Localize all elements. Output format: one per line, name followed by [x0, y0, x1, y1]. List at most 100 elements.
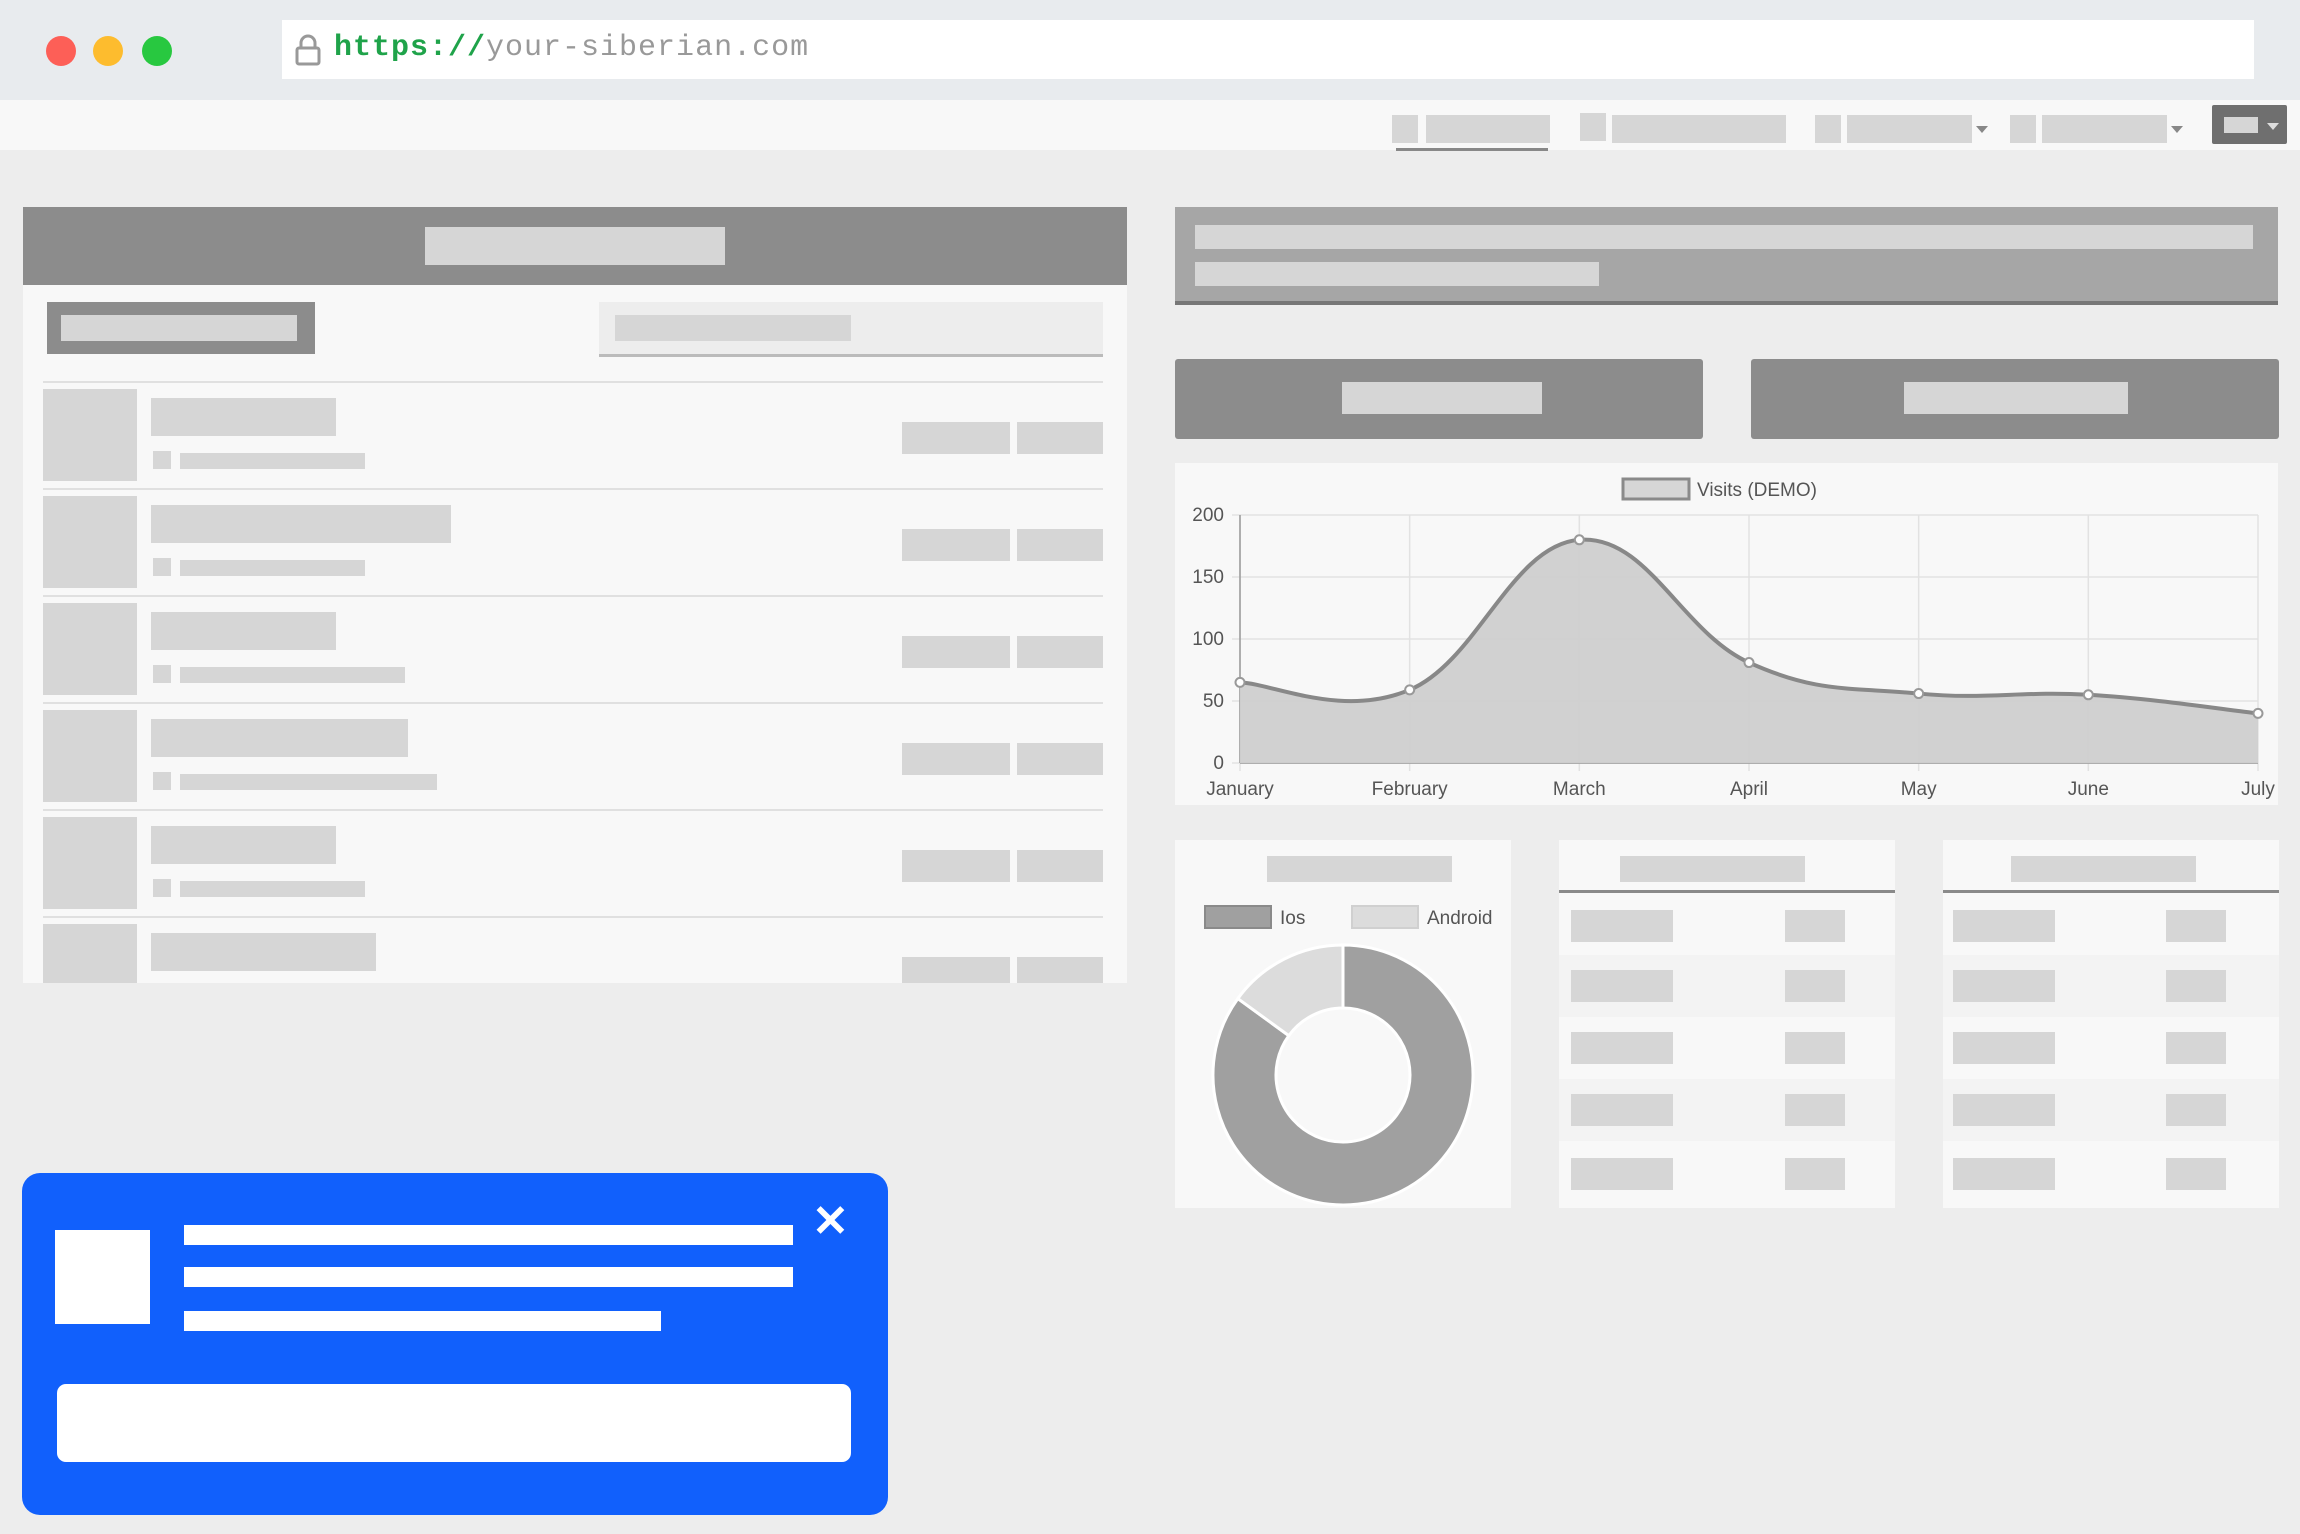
table-cell	[2166, 1158, 2226, 1190]
data-point	[1913, 688, 1925, 700]
table-cell	[2166, 1032, 2226, 1064]
notification-text-line-2	[184, 1267, 793, 1287]
panel-title	[425, 227, 725, 265]
table-cell	[2166, 1094, 2226, 1126]
legend-swatch-android	[1351, 905, 1419, 929]
nav-item-4-dropdown[interactable]	[2010, 113, 2185, 145]
close-icon[interactable]: ✕	[812, 1200, 849, 1244]
list-item-edit-button[interactable]	[902, 957, 1010, 983]
table-row	[1943, 1079, 2279, 1141]
list-item[interactable]	[43, 490, 1103, 594]
nav-item-1[interactable]	[1392, 113, 1552, 153]
action-button-1[interactable]	[1175, 359, 1703, 439]
stats-table-1-title	[1620, 856, 1805, 882]
list-item-edit-button[interactable]	[902, 422, 1010, 454]
table-row	[1559, 955, 1895, 1017]
table-cell	[1785, 1158, 1845, 1190]
maximize-window-button[interactable]	[142, 36, 172, 66]
list-item[interactable]	[43, 918, 1103, 983]
action-button-1-label	[1342, 382, 1542, 414]
url-text[interactable]: https://your-siberian.com	[334, 31, 809, 65]
legend-label-ios: Ios	[1280, 908, 1305, 929]
nav-item-1-icon	[1392, 115, 1418, 143]
close-window-button[interactable]	[46, 36, 76, 66]
y-tick-label: 50	[1203, 691, 1224, 712]
list-item-delete-button[interactable]	[1017, 850, 1103, 882]
table-cell	[1785, 910, 1845, 942]
legend-label-visits: Visits (DEMO)	[1697, 480, 1817, 501]
filter-button[interactable]	[47, 302, 315, 354]
table-row	[1559, 1079, 1895, 1141]
search-input-placeholder	[615, 315, 851, 341]
data-point	[2082, 689, 2094, 701]
user-menu-button[interactable]	[2212, 105, 2287, 144]
list-item-delete-button[interactable]	[1017, 529, 1103, 561]
stats-table-1	[1559, 840, 1895, 1208]
table-row	[1943, 1141, 2279, 1203]
notification-image	[55, 1230, 150, 1324]
list-item-delete-button[interactable]	[1017, 957, 1103, 983]
list-item-edit-button[interactable]	[902, 529, 1010, 561]
list-item-subtitle	[180, 881, 365, 897]
x-tick-label: June	[2068, 779, 2109, 800]
list-item-icon	[153, 879, 171, 897]
table-row	[1943, 893, 2279, 955]
list-item-delete-button[interactable]	[1017, 743, 1103, 775]
x-tick-label: July	[2241, 779, 2275, 800]
legend-label-android: Android	[1427, 908, 1493, 929]
action-button-2[interactable]	[1751, 359, 2279, 439]
x-tick-label: April	[1730, 779, 1768, 800]
list-item[interactable]	[43, 704, 1103, 808]
list-item-edit-button[interactable]	[902, 850, 1010, 882]
list-item-thumbnail	[43, 603, 137, 695]
nav-active-underline	[1396, 148, 1548, 151]
minimize-window-button[interactable]	[93, 36, 123, 66]
x-tick-label: February	[1372, 779, 1449, 800]
y-tick-label: 0	[1213, 753, 1224, 774]
list-item[interactable]	[43, 811, 1103, 915]
nav-item-2[interactable]	[1580, 113, 1786, 145]
table-cell	[1953, 910, 2055, 942]
info-banner-line-1	[1195, 225, 2253, 249]
list-item-edit-button[interactable]	[902, 743, 1010, 775]
legend-swatch-ios	[1204, 905, 1272, 929]
lock-icon	[295, 34, 321, 66]
x-tick-label: May	[1901, 779, 1937, 800]
data-point	[1743, 657, 1755, 669]
table-cell	[1785, 970, 1845, 1002]
list-item-thumbnail	[43, 924, 137, 983]
platform-chart-card: Ios Android	[1175, 840, 1511, 1208]
list-item-title	[151, 826, 336, 864]
stats-table-2	[1943, 840, 2279, 1208]
nav-item-3-icon	[1815, 115, 1841, 143]
notification-action-button[interactable]	[57, 1384, 851, 1462]
info-banner	[1175, 207, 2278, 305]
data-point	[2252, 707, 2264, 719]
list-item-delete-button[interactable]	[1017, 422, 1103, 454]
platform-doughnut-chart: Ios Android	[1204, 905, 1493, 1207]
list-item-thumbnail	[43, 389, 137, 481]
table-cell	[2166, 970, 2226, 1002]
data-point	[1404, 684, 1416, 696]
url-scheme: https://	[334, 31, 487, 65]
search-input[interactable]	[599, 302, 1103, 357]
list-item-thumbnail	[43, 817, 137, 909]
data-point	[1573, 534, 1585, 546]
table-row	[1943, 1017, 2279, 1079]
x-tick-label: March	[1553, 779, 1606, 800]
list-item-icon	[153, 558, 171, 576]
x-tick-label: January	[1206, 779, 1274, 800]
nav-item-4-icon	[2010, 115, 2036, 143]
stats-table-2-title	[2011, 856, 2196, 882]
list-item[interactable]	[43, 597, 1103, 701]
visits-chart-card: 0 50 100 150 200 January February March April May…	[1175, 463, 2278, 805]
list-item-delete-button[interactable]	[1017, 636, 1103, 668]
nav-item-3-dropdown[interactable]	[1815, 113, 1990, 145]
list-item-thumbnail	[43, 710, 137, 802]
list-item-edit-button[interactable]	[902, 636, 1010, 668]
table-cell	[1953, 1032, 2055, 1064]
list-item[interactable]	[43, 383, 1103, 487]
table-cell	[1571, 1094, 1673, 1126]
table-cell	[1571, 970, 1673, 1002]
list-item-subtitle	[180, 560, 365, 576]
